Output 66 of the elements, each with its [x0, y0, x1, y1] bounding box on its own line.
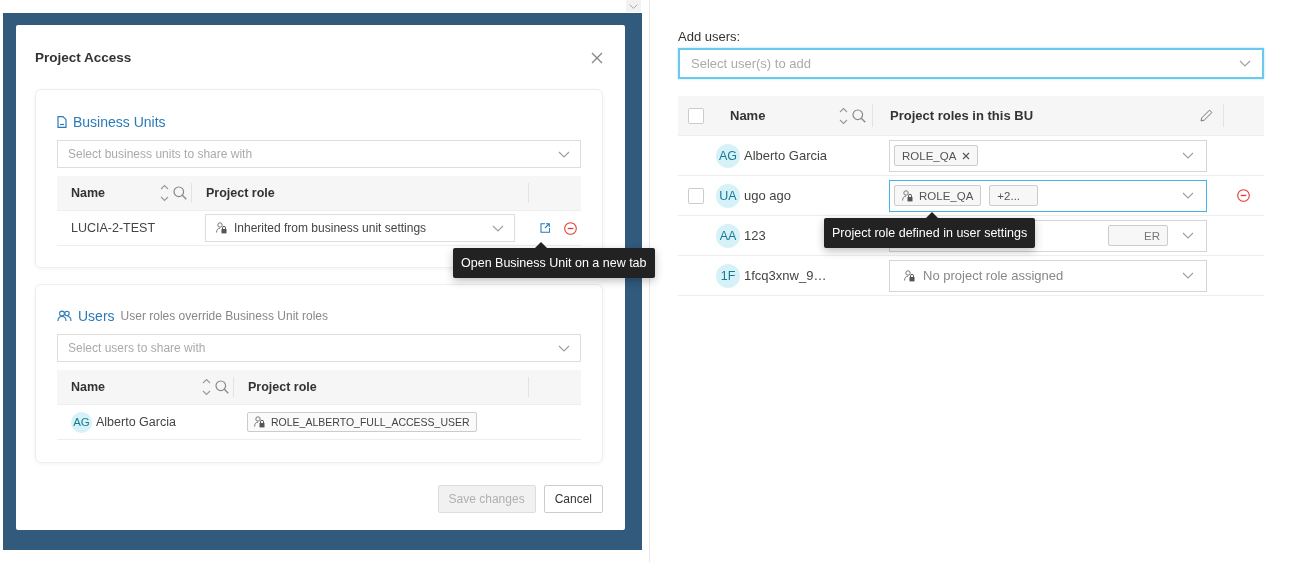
role-tag: ROLE_QA: [894, 145, 979, 166]
chevron-down-icon: [558, 344, 570, 352]
sort-icon[interactable]: [160, 183, 169, 203]
users-icon: [57, 310, 72, 322]
field-label: Add users:: [678, 29, 742, 46]
chevron-down-icon: [1239, 60, 1251, 67]
external-link-icon[interactable]: [540, 223, 550, 233]
cancel-button[interactable]: Cancel: [543, 485, 603, 513]
pencil-icon[interactable]: [1200, 109, 1213, 122]
dialog-title: Project Access: [35, 50, 132, 65]
table-cell: LUCIA-2-TEST: [71, 221, 156, 235]
user-name: 1fcq3xnw_9…: [744, 268, 827, 283]
chevron-down-icon: [558, 150, 570, 158]
remove-circle-icon[interactable]: [1237, 189, 1250, 202]
sort-icon[interactable]: [839, 105, 848, 126]
user-lock-icon: [904, 269, 915, 282]
search-icon[interactable]: [215, 380, 229, 394]
chevron-down-icon: [1182, 152, 1194, 159]
column-header: Name: [71, 186, 106, 200]
tooltip: Open Business Unit on a new tab: [453, 242, 655, 278]
section-subtitle: User roles override Business Unit roles: [120, 309, 328, 323]
more-roles-tag[interactable]: +2...: [989, 185, 1039, 206]
remove-circle-icon[interactable]: [564, 221, 577, 235]
user-lock-icon: [254, 416, 265, 428]
select-field[interactable]: Select business units to share with: [57, 140, 581, 168]
chevron-down-icon: [1182, 192, 1194, 199]
sort-icon[interactable]: [202, 377, 211, 397]
user-name: ugo ago: [744, 188, 791, 203]
role-dropdown[interactable]: ROLE_QA: [889, 139, 1207, 172]
avatar: UA: [716, 183, 740, 208]
user-name: 123: [744, 228, 766, 243]
search-icon[interactable]: [173, 186, 187, 200]
user-lock-icon: [902, 189, 913, 202]
column-header: Project role: [206, 186, 275, 200]
user-lock-icon: [216, 222, 227, 234]
user-name: Alberto Garcia: [96, 415, 176, 429]
avatar: AA: [716, 223, 740, 248]
chevron-down-icon[interactable]: [626, 0, 641, 12]
user-name: Alberto Garcia: [744, 148, 828, 163]
avatar: AG: [71, 411, 92, 433]
select-field[interactable]: Select user(s) to add: [678, 48, 1264, 79]
column-header: Name: [730, 108, 766, 123]
column-header: Project roles in this BU: [890, 108, 1034, 123]
role-tag: ROLE_QA: [894, 185, 982, 206]
role-tag: ER: [1108, 225, 1168, 246]
select-all-checkbox[interactable]: [688, 107, 704, 124]
avatar: AG: [716, 143, 740, 168]
chevron-down-icon: [492, 224, 504, 232]
role-dropdown[interactable]: Inherited from business unit settings: [205, 214, 515, 242]
column-header: Name: [71, 380, 106, 394]
chevron-down-icon: [1182, 232, 1194, 239]
column-header: Project role: [248, 380, 317, 394]
role-dropdown[interactable]: ROLE_QA +2...: [889, 179, 1207, 212]
section-title: Business Units: [73, 114, 166, 130]
section-title: Users: [78, 308, 115, 324]
checkbox[interactable]: [688, 187, 704, 204]
role-tag: ROLE_ALBERTO_FULL_ACCESS_USER: [247, 412, 477, 432]
chevron-down-icon: [1182, 272, 1194, 279]
avatar: 1F: [716, 263, 740, 288]
role-dropdown[interactable]: No project role assigned: [889, 259, 1207, 292]
select-field[interactable]: Select users to share with: [57, 334, 581, 362]
search-icon[interactable]: [852, 108, 866, 123]
tooltip: Project role defined in user settings: [824, 212, 1036, 248]
remove-icon[interactable]: [962, 151, 971, 160]
document-icon: [57, 116, 67, 128]
close-icon[interactable]: [591, 51, 603, 64]
